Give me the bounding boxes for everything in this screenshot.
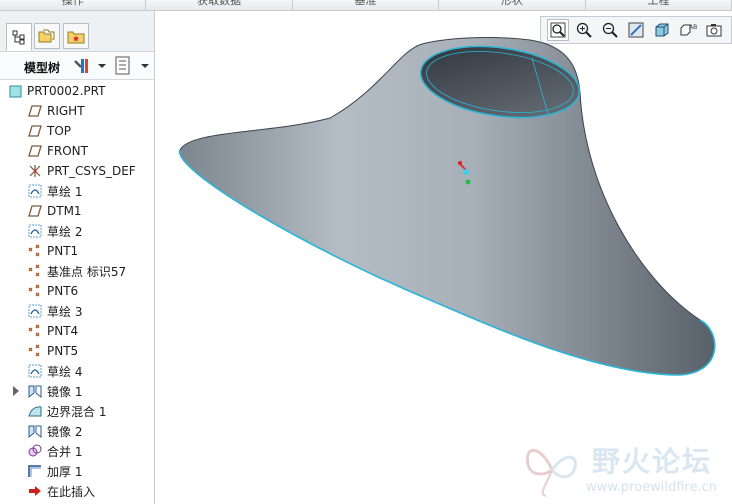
datum-plane-icon: [28, 144, 42, 158]
tree-item-label: 边界混合 1: [47, 404, 107, 419]
datum-point-icon: [28, 264, 42, 278]
tree-item-mirror-1[interactable]: 镜像 1: [0, 381, 154, 401]
tree-item-label: 草绘 4: [47, 364, 83, 379]
tree-item-pnt4[interactable]: PNT4: [0, 321, 154, 341]
datum-point-icon: [28, 244, 42, 258]
tree-item-label: RIGHT: [47, 104, 85, 118]
csys-x-dot: [458, 161, 462, 165]
tree-item-label: PNT1: [47, 244, 79, 258]
sketch-icon: [28, 364, 42, 378]
tree-item-label: 在此插入: [47, 484, 96, 499]
tree-item-top[interactable]: TOP: [0, 121, 154, 141]
datum-point-icon: [28, 344, 42, 358]
tree-item-part[interactable]: PRT0002.PRT: [0, 81, 154, 101]
tree-item-label: 基准点 标识57: [47, 264, 127, 279]
csys-icon: [28, 164, 42, 178]
merge-icon: [28, 444, 42, 458]
tree-item-thicken-1[interactable]: 加厚 1: [0, 461, 154, 481]
datum-point-icon: [28, 324, 42, 338]
datum-plane-icon: [28, 204, 42, 218]
tree-item-pnt5[interactable]: PNT5: [0, 341, 154, 361]
datum-point-icon: [28, 284, 42, 298]
tree-filter-button[interactable]: [114, 56, 132, 79]
ribbon-tab-operations[interactable]: 操作: [0, 0, 147, 10]
model-tree-tab[interactable]: [6, 23, 32, 51]
mirror-icon: [28, 424, 42, 438]
ribbon-tab-shapes[interactable]: 形状: [439, 0, 586, 10]
tree-item-label: 合并 1: [47, 444, 83, 459]
tree-item-label: PRT_CSYS_DEF: [47, 164, 136, 178]
datum-plane-icon: [28, 124, 42, 138]
tree-item-mirror-2[interactable]: 镜像 2: [0, 421, 154, 441]
tree-item-label: 草绘 1: [47, 184, 83, 199]
insert-here-arrow-icon: [28, 484, 42, 498]
forum-watermark: 野火论坛 www.proewildfire.cn: [522, 436, 732, 504]
csys-origin: [463, 169, 469, 175]
tree-item-label: PNT5: [47, 344, 79, 358]
tree-settings-button[interactable]: [72, 57, 92, 78]
tree-item-sketch-1[interactable]: 草绘 1: [0, 181, 154, 201]
datum-plane-icon: [28, 104, 42, 118]
tree-item-merge-1[interactable]: 合并 1: [0, 441, 154, 461]
expand-arrow-icon[interactable]: [13, 386, 19, 396]
tree-item-label: 草绘 3: [47, 304, 83, 319]
tree-item-right[interactable]: RIGHT: [0, 101, 154, 121]
flared-cone-model[interactable]: [160, 30, 732, 390]
watermark-title: 野火论坛: [592, 445, 713, 478]
tree-item-sketch-2[interactable]: 草绘 2: [0, 221, 154, 241]
tree-item-label: PNT6: [47, 284, 79, 298]
tree-item-sketch-4[interactable]: 草绘 4: [0, 361, 154, 381]
sketch-icon: [28, 304, 42, 318]
folder-browser-icon: [38, 29, 55, 43]
ribbon-tab-get-data[interactable]: 获取数据: [146, 0, 293, 10]
butterfly-logo-icon: [525, 448, 577, 497]
tree-item-label: DTM1: [47, 204, 82, 218]
navigator-tabs: [0, 11, 154, 52]
sketch-icon: [28, 184, 42, 198]
tree-item-label: PNT4: [47, 324, 79, 338]
chevron-down-icon[interactable]: [141, 59, 149, 73]
favorites-tab[interactable]: [63, 23, 89, 49]
tree-item-front[interactable]: FRONT: [0, 141, 154, 161]
model-tree-toolbar: 模型树: [0, 53, 154, 80]
tree-item-label: 镜像 2: [47, 424, 83, 439]
tree-item-pnt1[interactable]: PNT1: [0, 241, 154, 261]
sketch-icon: [28, 224, 42, 238]
tree-item-label: 加厚 1: [47, 464, 83, 479]
tree-item-label: 草绘 2: [47, 224, 83, 239]
favorites-icon: [67, 31, 85, 44]
tree-item-label: PRT0002.PRT: [27, 84, 106, 98]
watermark-url: www.proewildfire.cn: [586, 480, 717, 495]
ribbon-tab-strip: 操作 获取数据 基准 形状 工程: [0, 0, 732, 11]
model-tree: PRT0002.PRT RIGHT TOP FRONT PRT_CSYS_DEF: [0, 81, 154, 501]
tree-item-label: FRONT: [47, 144, 88, 158]
folder-browser-tab[interactable]: [34, 23, 60, 49]
tree-item-dtm1[interactable]: DTM1: [0, 201, 154, 221]
tree-item-label: TOP: [47, 124, 72, 138]
chevron-down-icon[interactable]: [98, 59, 106, 73]
ribbon-tab-datum[interactable]: 基准: [293, 0, 440, 10]
boundary-blend-icon: [28, 404, 42, 418]
tools-icon: [74, 59, 88, 73]
tree-item-insert-here[interactable]: 在此插入: [0, 481, 154, 501]
thicken-icon: [28, 464, 42, 478]
navigator-panel: 模型树 PRT0002.PRT RIGHT TOP FRONT PRT_CSYS…: [0, 11, 155, 504]
tree-item-csys[interactable]: PRT_CSYS_DEF: [0, 161, 154, 181]
model-tree-title: 模型树: [24, 61, 61, 75]
csys-y-dot: [465, 179, 471, 185]
ribbon-tab-engineering[interactable]: 工程: [586, 0, 732, 10]
mirror-icon: [28, 384, 42, 398]
tree-item-label: 镜像 1: [47, 384, 83, 399]
tree-item-datum-point-57[interactable]: 基准点 标识57: [0, 261, 154, 281]
tree-item-sketch-3[interactable]: 草绘 3: [0, 301, 154, 321]
tree-item-boundary-blend-1[interactable]: 边界混合 1: [0, 401, 154, 421]
tree-columns-icon: [115, 56, 130, 75]
model-tree-tab-icon: [12, 30, 25, 45]
tree-item-pnt6[interactable]: PNT6: [0, 281, 154, 301]
part-icon: [8, 84, 22, 98]
